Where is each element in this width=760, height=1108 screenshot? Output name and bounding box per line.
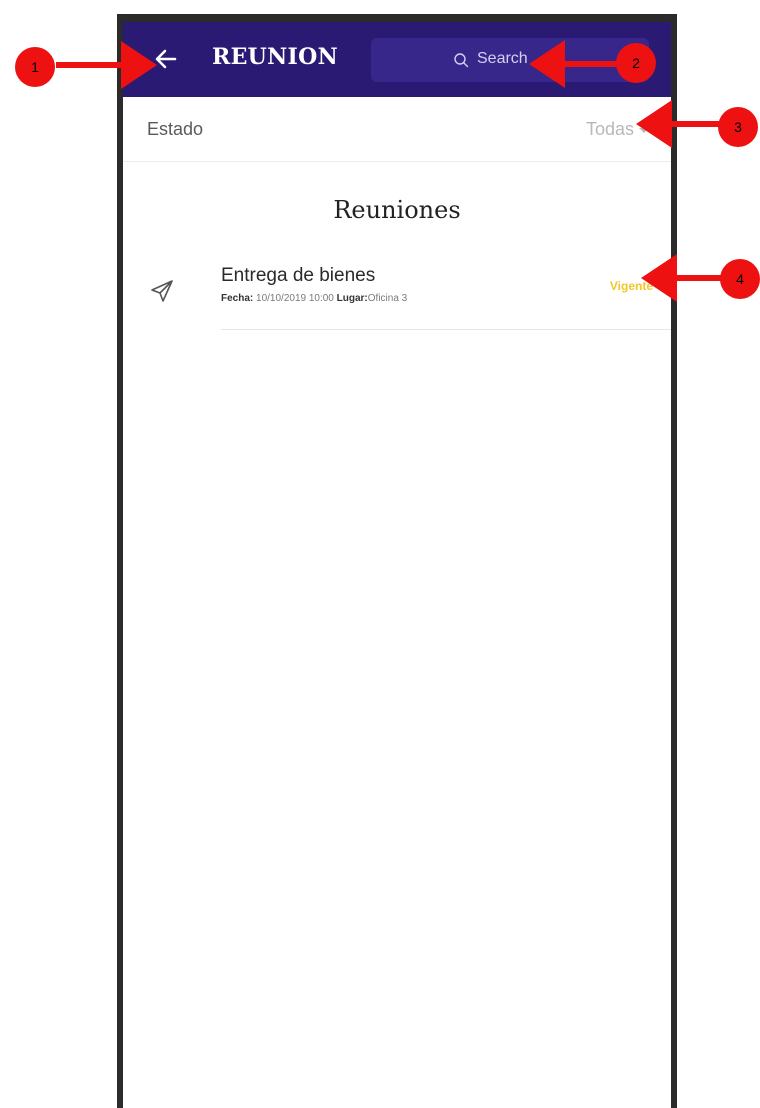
back-button[interactable]	[149, 42, 183, 76]
search-input[interactable]: Search	[371, 38, 649, 82]
meeting-details: Fecha: 10/10/2019 10:00 Lugar:Oficina 3	[221, 293, 407, 304]
lugar-label: Lugar:	[336, 293, 368, 304]
meeting-title: Entrega de bienes	[221, 265, 376, 286]
phone-frame: REUNION Search Estado Todas Reuniones En…	[117, 14, 677, 1108]
paper-plane-icon	[151, 280, 173, 302]
status-filter-dropdown[interactable]: Todas	[586, 119, 649, 140]
arrow-left-icon	[155, 49, 177, 69]
filter-label: Estado	[147, 119, 204, 139]
meeting-date: 10/10/2019 10:00	[256, 293, 334, 304]
search-placeholder: Search	[477, 50, 528, 67]
status-filter-row: Estado Todas	[123, 97, 671, 162]
search-icon	[454, 53, 469, 68]
page-title: REUNION	[212, 44, 339, 70]
caret-down-icon	[639, 128, 649, 133]
callout-badge-4: 4	[720, 259, 760, 299]
app-bar: REUNION Search	[123, 22, 671, 97]
section-title: Reuniones	[333, 196, 461, 224]
callout-badge-3: 3	[718, 107, 758, 147]
callout-badge-2: 2	[616, 43, 656, 83]
filter-selected-value: Todas	[585, 119, 634, 139]
meeting-list-item[interactable]: Entrega de bienes Fecha: 10/10/2019 10:0…	[123, 258, 671, 332]
status-badge: Vigente	[609, 279, 653, 293]
divider	[221, 329, 671, 330]
fecha-label: Fecha:	[221, 293, 254, 304]
meeting-place: Oficina 3	[367, 293, 408, 304]
callout-badge-1: 1	[15, 47, 55, 87]
